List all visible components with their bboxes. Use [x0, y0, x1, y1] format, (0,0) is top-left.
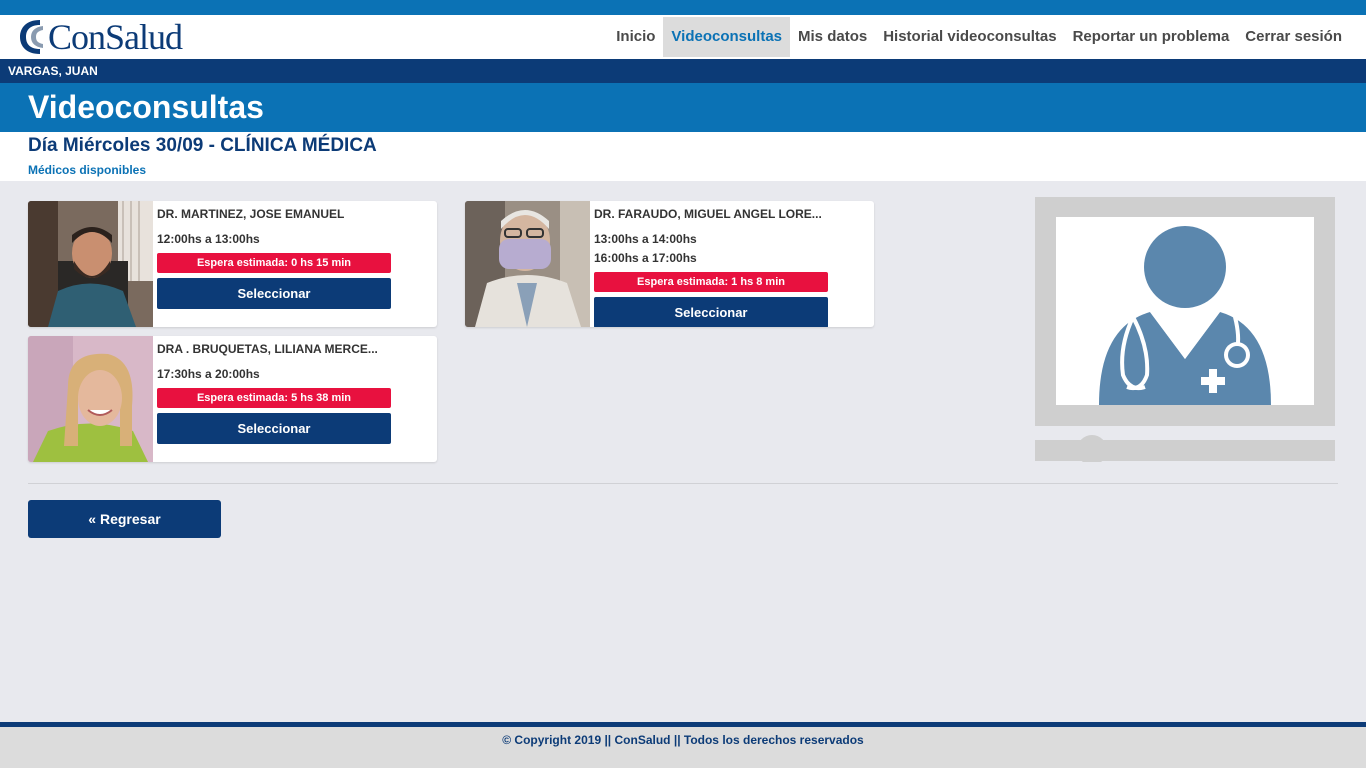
- doctor-hours: 16:00hs a 17:00hs: [594, 251, 697, 265]
- doctor-photo: [28, 336, 153, 462]
- doctor-video-icon: [1035, 197, 1335, 462]
- doctor-photo: [465, 201, 590, 327]
- logo-text: ConSalud: [48, 17, 183, 57]
- divider: [28, 483, 1338, 484]
- doctor-hours: 13:00hs a 14:00hs: [594, 232, 697, 246]
- user-bar: VARGAS, JUAN: [0, 59, 1366, 83]
- select-doctor-button[interactable]: Seleccionar: [157, 413, 391, 444]
- consalud-logo[interactable]: ConSalud: [18, 17, 183, 57]
- doctor-card: DRA . BRUQUETAS, LILIANA MERCE... 17:30h…: [28, 336, 437, 462]
- user-name: VARGAS, JUAN: [8, 64, 98, 78]
- nav-item-reportar-problema[interactable]: Reportar un problema: [1065, 17, 1238, 57]
- main-nav: Inicio Videoconsultas Mis datos Historia…: [608, 17, 1350, 57]
- page-title: Videoconsultas: [28, 89, 264, 125]
- footer: © Copyright 2019 || ConSalud || Todos lo…: [0, 727, 1366, 768]
- doctor-card: DR. MARTINEZ, JOSE EMANUEL 12:00hs a 13:…: [28, 201, 437, 327]
- doctor-hours: 17:30hs a 20:00hs: [157, 367, 260, 381]
- select-doctor-button[interactable]: Seleccionar: [157, 278, 391, 309]
- wait-badge: Espera estimada: 5 hs 38 min: [157, 388, 391, 408]
- wait-badge: Espera estimada: 0 hs 15 min: [157, 253, 391, 273]
- nav-item-videoconsultas[interactable]: Videoconsultas: [663, 17, 791, 57]
- top-strip: [0, 0, 1366, 15]
- nav-item-inicio[interactable]: Inicio: [608, 17, 663, 57]
- header: ConSalud Inicio Videoconsultas Mis datos…: [0, 15, 1366, 59]
- doctor-name: DR. FARAUDO, MIGUEL ANGEL LORE...: [594, 207, 822, 221]
- day-title: Día Miércoles 30/09 - CLÍNICA MÉDICA: [28, 135, 377, 156]
- available-doctors-label: Médicos disponibles: [28, 163, 147, 177]
- copyright-text: © Copyright 2019 || ConSalud || Todos lo…: [502, 733, 864, 747]
- doctor-name: DRA . BRUQUETAS, LILIANA MERCE...: [157, 342, 378, 356]
- doctor-hours: 12:00hs a 13:00hs: [157, 232, 260, 246]
- doctor-photo: [28, 201, 153, 327]
- nav-item-cerrar-sesion[interactable]: Cerrar sesión: [1237, 17, 1350, 57]
- select-doctor-button[interactable]: Seleccionar: [594, 297, 828, 327]
- wait-badge: Espera estimada: 1 hs 8 min: [594, 272, 828, 292]
- nav-item-mis-datos[interactable]: Mis datos: [790, 17, 875, 57]
- nav-item-historial[interactable]: Historial videoconsultas: [875, 17, 1064, 57]
- doctor-card: DR. FARAUDO, MIGUEL ANGEL LORE... 13:00h…: [465, 201, 874, 327]
- doctor-name: DR. MARTINEZ, JOSE EMANUEL: [157, 207, 345, 221]
- subheader: Día Miércoles 30/09 - CLÍNICA MÉDICA Méd…: [0, 132, 1366, 181]
- logo-mark-icon: [20, 20, 43, 54]
- back-button[interactable]: « Regresar: [28, 500, 221, 538]
- title-bar: Videoconsultas: [0, 83, 1366, 132]
